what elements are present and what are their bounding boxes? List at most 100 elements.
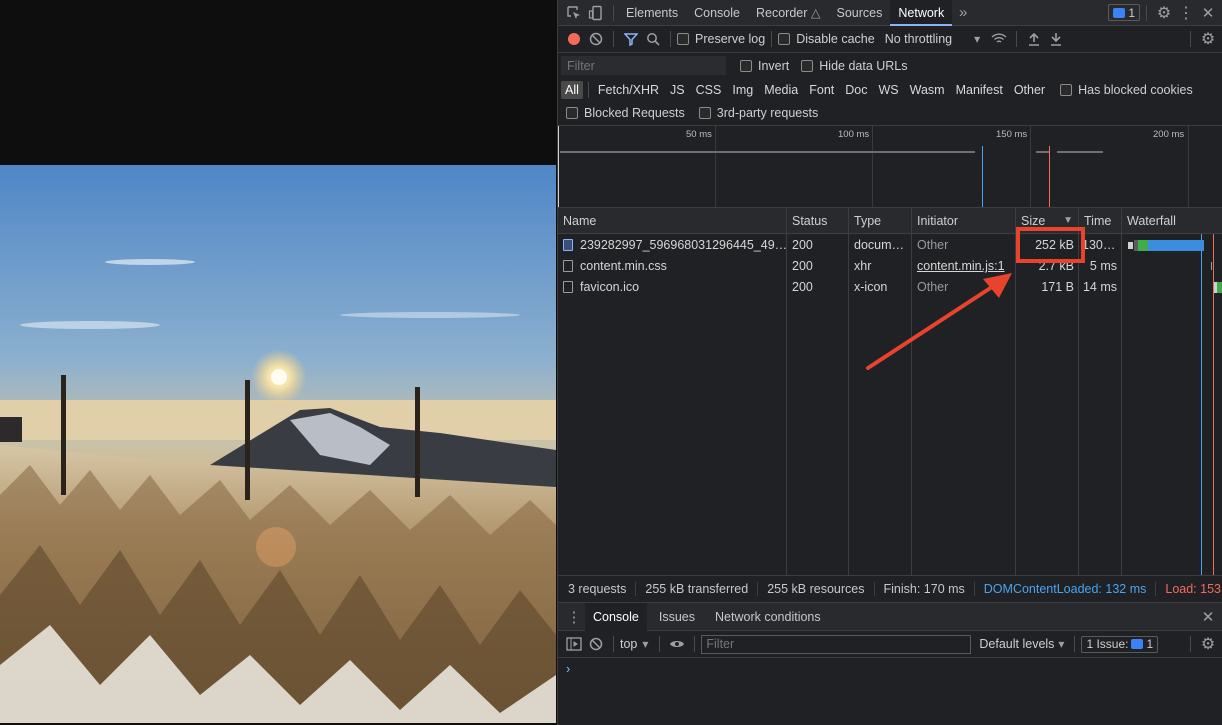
filter-funnel-icon[interactable] (620, 28, 642, 50)
size-cell: 171 B (1041, 280, 1074, 294)
console-prompt-chevron-icon[interactable]: › (566, 661, 570, 676)
type-filter-manifest[interactable]: Manifest (952, 81, 1007, 99)
search-icon[interactable] (642, 28, 664, 50)
table-row[interactable]: 239282997_596968031296445_49… 200 docum…… (558, 235, 1222, 256)
console-settings-gear-icon[interactable]: ⚙ (1197, 633, 1219, 655)
invert-checkbox[interactable]: Invert (740, 59, 789, 73)
more-options-icon[interactable]: ⋮ (1175, 2, 1197, 24)
hide-data-urls-checkbox[interactable]: Hide data URLs (801, 58, 908, 73)
device-toolbar-icon[interactable] (585, 2, 607, 24)
divider (1016, 31, 1018, 47)
drawer-menu-icon[interactable]: ⋮ (563, 606, 585, 628)
timeline-overview[interactable]: 50 ms 100 ms 150 ms 200 ms (558, 126, 1222, 208)
tab-console[interactable]: Console (686, 0, 748, 26)
network-toolbar: Preserve log Disable cache No throttling… (558, 26, 1222, 53)
third-party-requests-checkbox[interactable]: 3rd-party requests (698, 106, 818, 120)
tab-elements[interactable]: Elements (620, 0, 686, 26)
type-filter-img[interactable]: Img (728, 81, 757, 99)
tab-network[interactable]: Network (890, 0, 953, 26)
network-summary-bar: 3 requests 255 kB transferred 255 kB res… (558, 575, 1222, 603)
checkbox-box[interactable] (566, 107, 578, 119)
invert-label: Invert (758, 58, 790, 73)
tab-sources[interactable]: Sources (829, 0, 891, 26)
waterfall-cell (1122, 256, 1222, 277)
filter-row: Invert Hide data URLs (558, 53, 1222, 78)
console-output[interactable]: › (558, 658, 1222, 725)
type-filter-font[interactable]: Font (805, 81, 838, 99)
type-filter-all[interactable]: All (561, 80, 583, 99)
load-time: Load: 153 ms (1165, 582, 1222, 596)
type-filter-other[interactable]: Other (1010, 81, 1049, 99)
type-filter-doc[interactable]: Doc (841, 81, 871, 99)
network-request-table: Name Status Type Initiator Size ▼ Time Wa… (558, 208, 1222, 575)
close-drawer-icon[interactable]: ✕ (1197, 606, 1219, 628)
table-row[interactable]: content.min.css 200 xhr content.min.js:1… (558, 256, 1222, 277)
chevron-down-icon[interactable]: ▾ (966, 28, 988, 50)
checkbox-box[interactable] (677, 33, 689, 45)
network-conditions-icon[interactable] (988, 28, 1010, 50)
type-filter-ws[interactable]: WS (874, 81, 902, 99)
console-issues-badge[interactable]: 1 Issue: 1 (1081, 635, 1159, 653)
devtools-panel: Elements Console Recorder △ Sources Netw… (557, 0, 1222, 725)
context-select[interactable]: top (620, 637, 637, 651)
devtools-tab-bar: Elements Console Recorder △ Sources Netw… (558, 0, 1222, 26)
live-expression-eye-icon[interactable] (666, 633, 688, 655)
settings-gear-icon[interactable]: ⚙ (1153, 2, 1175, 24)
clear-icon[interactable] (585, 28, 607, 50)
checkbox-box[interactable] (778, 33, 791, 45)
initiator-cell: Other (917, 238, 949, 252)
tab-recorder[interactable]: Recorder △ (748, 0, 829, 26)
divider (613, 636, 614, 652)
more-tabs-icon[interactable]: » (952, 2, 974, 24)
blocked-requests-checkbox[interactable]: Blocked Requests (566, 106, 685, 120)
type-cell: xhr (854, 259, 872, 273)
has-blocked-cookies-checkbox[interactable]: Has blocked cookies (1060, 83, 1193, 97)
export-har-icon[interactable] (1045, 28, 1067, 50)
checkbox-box[interactable] (801, 59, 814, 72)
network-settings-gear-icon[interactable]: ⚙ (1197, 28, 1219, 50)
chevron-down-icon[interactable]: ▾ (1054, 633, 1068, 655)
type-filter-js[interactable]: JS (666, 81, 689, 99)
hide-data-urls-label: Hide data URLs (819, 58, 908, 73)
clear-console-icon[interactable] (585, 633, 607, 655)
preserve-log-label: Preserve log (695, 32, 766, 46)
timeline-tick-label: 150 ms (996, 129, 1028, 140)
filter-input[interactable] (561, 56, 726, 75)
console-filter-input[interactable] (701, 634, 972, 654)
chevron-down-icon[interactable]: ▾ (637, 633, 653, 655)
highlight-box-annotation (1016, 227, 1085, 263)
finish-time: Finish: 170 ms (875, 582, 975, 596)
close-devtools-icon[interactable]: ✕ (1197, 2, 1219, 24)
checkbox-box[interactable] (1060, 83, 1073, 96)
record-icon[interactable] (563, 28, 585, 50)
waterfall-queue-segment (1128, 242, 1133, 249)
drawer-tab-issues[interactable]: Issues (651, 604, 703, 630)
resource-type-filter: All Fetch/XHR JS CSS Img Media Font Doc … (558, 78, 1222, 101)
time-cell: 14 ms (1082, 280, 1117, 294)
file-icon (563, 260, 573, 272)
log-levels-select[interactable]: Default levels (979, 637, 1054, 651)
initiator-link[interactable]: content.min.js:1 (912, 256, 1016, 277)
type-filter-fetch-xhr[interactable]: Fetch/XHR (594, 81, 663, 99)
checkbox-box[interactable] (698, 107, 711, 119)
type-filter-css[interactable]: CSS (692, 81, 726, 99)
column-header-waterfall[interactable]: Waterfall (1122, 208, 1222, 234)
status-cell: 200 (792, 280, 813, 294)
type-filter-wasm[interactable]: Wasm (906, 81, 949, 99)
table-row[interactable]: favicon.ico 200 x-icon Other 171 B 14 ms (558, 277, 1222, 298)
throttling-select[interactable]: No throttling (885, 32, 952, 46)
request-name: favicon.ico (580, 280, 640, 294)
inspect-element-icon[interactable] (563, 2, 585, 24)
console-sidebar-icon[interactable] (563, 633, 585, 655)
preserve-log-checkbox[interactable]: Preserve log (677, 32, 765, 46)
checkbox-box[interactable] (740, 59, 752, 72)
import-har-icon[interactable] (1023, 28, 1045, 50)
timeline-request-bar (560, 151, 975, 153)
type-filter-media[interactable]: Media (760, 81, 802, 99)
issues-badge[interactable]: 1 (1108, 4, 1140, 21)
time-cell: 130… (1082, 238, 1116, 252)
drawer-tab-network-conditions[interactable]: Network conditions (707, 604, 829, 630)
disable-cache-checkbox[interactable]: Disable cache (778, 32, 875, 46)
divider (613, 31, 614, 47)
drawer-tab-console[interactable]: Console (585, 602, 647, 631)
